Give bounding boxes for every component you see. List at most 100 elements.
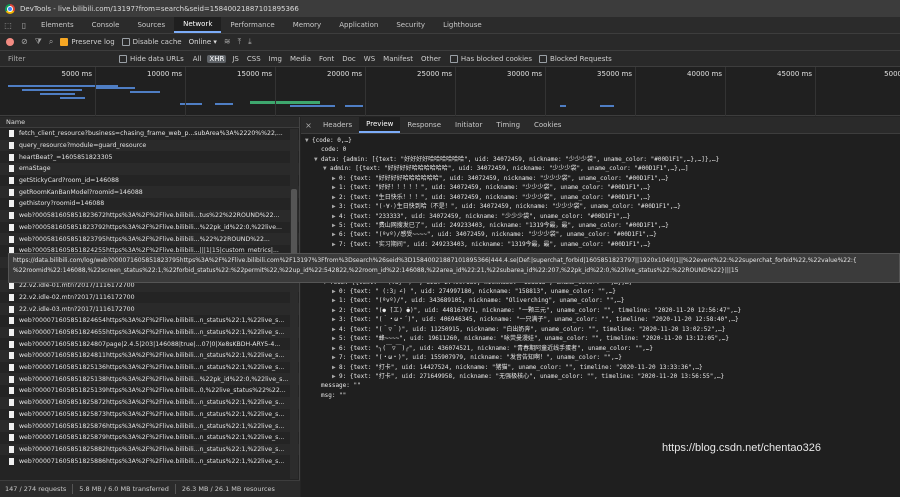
- expand-triangle-icon[interactable]: ▶: [332, 306, 339, 315]
- json-line[interactable]: ▼ data: {admin: [{text: "好好好好哈哈哈哈哈哈", uid…: [301, 155, 900, 164]
- clear-icon[interactable]: ⊘: [21, 38, 28, 46]
- disable-cache-checkbox[interactable]: Disable cache: [121, 38, 182, 46]
- expand-triangle-icon[interactable]: ▶: [332, 212, 339, 221]
- export-har-icon[interactable]: ⤓: [248, 38, 252, 46]
- json-line[interactable]: ▶ 2: {text: "生日快乐！！！", uid: 34072459, nic…: [301, 193, 900, 202]
- blocked-requests-checkbox[interactable]: Blocked Requests: [539, 54, 612, 63]
- detail-tab-preview[interactable]: Preview: [359, 117, 401, 133]
- expand-triangle-icon[interactable]: ▶: [332, 240, 339, 249]
- request-row[interactable]: 22.v2.idle-03.mtn?2017/1116172700: [0, 303, 299, 315]
- expand-triangle-icon[interactable]: ▼: [305, 136, 312, 145]
- request-row[interactable]: web?000071605851825139https%3A%2F%2Flive…: [0, 385, 299, 397]
- filter-type-ws[interactable]: WS: [362, 55, 377, 63]
- filter-type-doc[interactable]: Doc: [340, 55, 358, 63]
- tab-security[interactable]: Security: [387, 17, 434, 33]
- json-line[interactable]: ▶ 5: {text: "蜂~~~~", uid: 19611260, nickn…: [301, 334, 900, 343]
- filter-type-media[interactable]: Media: [288, 55, 313, 63]
- filter-type-js[interactable]: JS: [230, 55, 241, 63]
- request-row[interactable]: web?000071605851825138https%3A%2F%2Flive…: [0, 373, 299, 386]
- filter-input[interactable]: Filter: [8, 55, 112, 63]
- hide-data-urls-box[interactable]: [119, 54, 127, 63]
- request-row[interactable]: emaStage: [0, 163, 299, 175]
- detail-tab-initiator[interactable]: Initiator: [448, 117, 489, 133]
- close-icon[interactable]: ×: [301, 117, 316, 133]
- hide-data-urls-checkbox[interactable]: Hide data URLs: [119, 54, 184, 63]
- expand-triangle-icon[interactable]: ▶: [332, 202, 339, 211]
- json-line[interactable]: ▶ 0: {text: " (:3」∠) ", uid: 274997180, n…: [301, 287, 900, 296]
- request-row[interactable]: web?000071605851824654https%3A%2F%2Flive…: [0, 315, 299, 327]
- tab-elements[interactable]: Elements: [32, 17, 83, 33]
- request-row[interactable]: 22.v2.idle-02.mtn?2017/1116172700: [0, 292, 299, 304]
- expand-triangle-icon[interactable]: ▶: [332, 315, 339, 324]
- expand-triangle-icon[interactable]: ▶: [332, 372, 339, 381]
- expand-triangle-icon[interactable]: ▶: [332, 353, 339, 362]
- expand-triangle-icon[interactable]: ▶: [332, 193, 339, 202]
- request-row[interactable]: web?000071605851825872https%3A%2F%2Flive…: [0, 396, 299, 409]
- expand-triangle-icon[interactable]: ▶: [332, 174, 339, 183]
- detail-tab-timing[interactable]: Timing: [489, 117, 527, 133]
- has-blocked-cookies-box[interactable]: [449, 54, 458, 63]
- request-row[interactable]: heartBeat?_=1605851823305: [0, 151, 299, 163]
- request-row[interactable]: web?000071605851824807page|2.4.5|203|146…: [0, 338, 299, 350]
- record-button[interactable]: [6, 38, 14, 46]
- json-line[interactable]: ▶ 4: {text: "(＾▽＾)", uid: 11250915, nickn…: [301, 325, 900, 334]
- request-row[interactable]: web?000581605851823792https%3A%2F%2Flive…: [0, 222, 299, 234]
- filter-type-xhr[interactable]: XHR: [207, 54, 227, 63]
- json-line[interactable]: ▶ 2: {text: "(● ̄(エ) ̄●)", uid: 448167071…: [301, 306, 900, 315]
- expand-triangle-icon[interactable]: ▶: [332, 221, 339, 230]
- expand-triangle-icon[interactable]: ▼: [314, 155, 321, 164]
- filter-type-img[interactable]: Img: [267, 55, 284, 63]
- json-line[interactable]: ▼ admin: [{text: "好好好好哈哈哈哈哈哈", uid: 34072…: [301, 164, 900, 173]
- expand-triangle-icon[interactable]: ▶: [332, 344, 339, 353]
- inspect-element-icon[interactable]: ⬚: [0, 17, 16, 33]
- filter-type-font[interactable]: Font: [317, 55, 336, 63]
- json-line[interactable]: ▶ 8: {text: "打卡", uid: 14427524, nickname…: [301, 363, 900, 372]
- network-overview-timeline[interactable]: 5000 ms 10000 ms 15000 ms 20000 ms 25000 ms 3…: [0, 67, 900, 116]
- json-line[interactable]: ▶ 7: {text: "(・ω・)", uid: 155907979, nick…: [301, 353, 900, 362]
- filter-type-other[interactable]: Other: [419, 55, 443, 63]
- request-row[interactable]: web?000071605851825873https%3A%2F%2Flive…: [0, 409, 299, 421]
- name-column-header[interactable]: Name: [0, 117, 299, 128]
- json-line[interactable]: ▶ 1: {text: "(ºvº)/", uid: 343689105, nic…: [301, 296, 900, 305]
- expand-triangle-icon[interactable]: ▼: [323, 164, 330, 173]
- json-line[interactable]: ▶ 5: {text: "费山网搜发已了", uid: 249233403, ni…: [301, 221, 900, 230]
- preserve-log-checkbox[interactable]: Preserve log: [60, 38, 115, 46]
- expand-triangle-icon[interactable]: ▶: [332, 183, 339, 192]
- request-row[interactable]: web?000071605851825136https%3A%2F%2Flive…: [0, 362, 299, 374]
- wifi-icon[interactable]: ≋: [224, 38, 231, 46]
- request-list-scrollbar[interactable]: [290, 129, 298, 479]
- request-row[interactable]: web?000071605851824811https%3A%2F%2Flive…: [0, 350, 299, 362]
- json-line[interactable]: ▶ 9: {text: "打卡", uid: 271649958, nicknam…: [301, 372, 900, 381]
- filter-icon[interactable]: ⧩: [35, 38, 42, 46]
- request-row[interactable]: getStickyCard?room_id=146088: [0, 175, 299, 187]
- tab-application[interactable]: Application: [330, 17, 387, 33]
- preserve-log-box[interactable]: [60, 38, 69, 46]
- disable-cache-box[interactable]: [121, 38, 130, 46]
- json-line[interactable]: ▼ {code: 0,…}: [301, 136, 900, 145]
- tab-console[interactable]: Console: [83, 17, 129, 33]
- request-row[interactable]: web?000071605851825882https%3A%2F%2Flive…: [0, 443, 299, 456]
- expand-triangle-icon[interactable]: ▶: [332, 287, 339, 296]
- tab-lighthouse[interactable]: Lighthouse: [434, 17, 491, 33]
- request-row[interactable]: web?000071605851825879https%3A%2F%2Flive…: [0, 432, 299, 444]
- detail-tab-cookies[interactable]: Cookies: [527, 117, 568, 133]
- request-row[interactable]: web?000071605851825886https%3A%2F%2Flive…: [0, 455, 299, 467]
- json-line[interactable]: ▶ 3: {text: "(｀・ω・´)", uid: 406946345, ni…: [301, 315, 900, 324]
- detail-tab-response[interactable]: Response: [400, 117, 448, 133]
- json-line[interactable]: ▶ 7: {text: "实习期间", uid: 249233403, nickn…: [301, 240, 900, 249]
- filter-type-all[interactable]: All: [191, 55, 204, 63]
- blocked-requests-box[interactable]: [539, 54, 548, 63]
- import-har-icon[interactable]: ⤒: [238, 38, 242, 46]
- detail-tab-headers[interactable]: Headers: [316, 117, 359, 133]
- request-row[interactable]: getRoomKanBanModel?roomid=146088: [0, 186, 299, 199]
- json-line[interactable]: ▶ 4: {text: "233333", uid: 34072459, nick…: [301, 212, 900, 221]
- tab-sources[interactable]: Sources: [128, 17, 174, 33]
- request-row[interactable]: web?000071605851825876https%3A%2F%2Flive…: [0, 420, 299, 432]
- request-row[interactable]: gethistory?roomid=146088: [0, 198, 299, 210]
- device-toolbar-icon[interactable]: ▯: [16, 17, 32, 33]
- request-row[interactable]: web?000581605851823795https%3A%2F%2Flive…: [0, 233, 299, 245]
- tab-network[interactable]: Network: [174, 17, 222, 33]
- request-row[interactable]: fetch_client_resource?business=chasing_f…: [0, 128, 299, 140]
- json-line[interactable]: ▶ 0: {text: "好好好好哈哈哈哈哈哈", uid: 34072459, …: [301, 174, 900, 183]
- json-line[interactable]: ▶ 1: {text: "好好！！！！！", uid: 34072459, nic…: [301, 183, 900, 192]
